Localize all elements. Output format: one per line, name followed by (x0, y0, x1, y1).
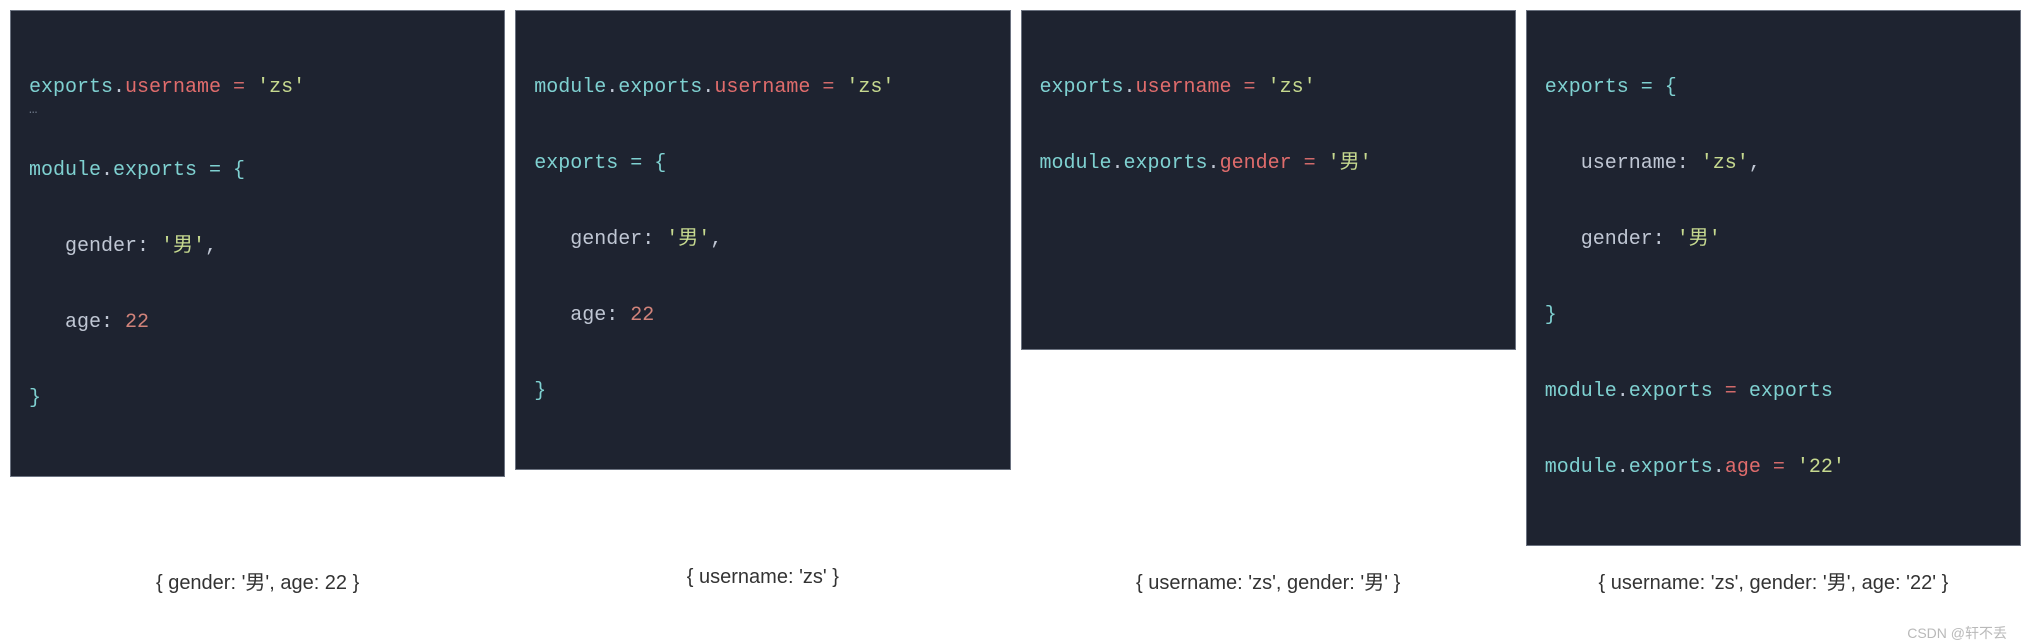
token: gender (534, 228, 642, 251)
token: exports (1040, 76, 1124, 99)
token: . (113, 76, 125, 99)
caption-4: { username: 'zs', gender: '男', age: '22'… (1526, 566, 2021, 595)
token: age (534, 304, 606, 327)
token: 22 (125, 311, 149, 334)
watermark-text: CSDN @轩不丢 (1907, 623, 2007, 643)
token: username (1545, 152, 1677, 175)
figure-container: exports.username = 'zs' … module.exports… (10, 10, 2021, 595)
captions-row: { gender: '男', age: 22 } { username: 'zs… (10, 566, 2021, 595)
token: : (137, 235, 161, 258)
token: gender (1220, 152, 1292, 175)
token: exports (1124, 152, 1208, 175)
token: = (221, 76, 257, 99)
token: . (101, 159, 113, 182)
token: . (1208, 152, 1220, 175)
caption-2: { username: 'zs' } (515, 566, 1010, 595)
token: = (1761, 456, 1797, 479)
token: = (810, 76, 846, 99)
token: '男' (1677, 228, 1721, 251)
token: } (1545, 304, 1557, 327)
code-box-1: exports.username = 'zs' … module.exports… (10, 10, 505, 477)
code-box-2: module.exports.username = 'zs' exports =… (515, 10, 1010, 470)
token: module (29, 159, 101, 182)
code-panel-3: exports.username = 'zs' module.exports.g… (1021, 10, 1516, 546)
token: '男' (666, 228, 710, 251)
token: : (642, 228, 666, 251)
token: 22 (630, 304, 654, 327)
caption-3: { username: 'zs', gender: '男' } (1021, 566, 1516, 595)
token: , (1749, 152, 1761, 175)
token: '男' (1328, 152, 1372, 175)
token: age (1725, 456, 1761, 479)
token: module (1545, 456, 1617, 479)
token: exports (1629, 456, 1713, 479)
code-panel-2: module.exports.username = 'zs' exports =… (515, 10, 1010, 546)
token: username (714, 76, 810, 99)
token: . (1713, 456, 1725, 479)
token: = (1713, 380, 1749, 403)
token: exports (29, 76, 113, 99)
token: gender (1545, 228, 1653, 251)
token: . (606, 76, 618, 99)
token: 'zs' (1701, 152, 1749, 175)
token: exports (618, 76, 702, 99)
token: '男' (161, 235, 205, 258)
token: . (1617, 380, 1629, 403)
token: } (29, 387, 41, 410)
code-panel-1: exports.username = 'zs' … module.exports… (10, 10, 505, 546)
token: exports (113, 159, 197, 182)
token: '22' (1797, 456, 1845, 479)
token: : (101, 311, 125, 334)
token: exports (1629, 380, 1713, 403)
token: . (1112, 152, 1124, 175)
code-panel-4: exports = { username: 'zs', gender: '男' … (1526, 10, 2021, 546)
token: module (534, 76, 606, 99)
token: . (1124, 76, 1136, 99)
token: = { (1629, 76, 1677, 99)
token: = { (197, 159, 245, 182)
token: 'zs' (846, 76, 894, 99)
token: 'zs' (1268, 76, 1316, 99)
token: username (1136, 76, 1232, 99)
token: = { (618, 152, 666, 175)
token: age (29, 311, 101, 334)
token: exports (1749, 380, 1833, 403)
token: . (1617, 456, 1629, 479)
token: gender (29, 235, 137, 258)
token: username (125, 76, 221, 99)
token: = (1292, 152, 1328, 175)
token: , (205, 235, 217, 258)
token: exports (1545, 76, 1629, 99)
token: . (702, 76, 714, 99)
token: : (1653, 228, 1677, 251)
token: } (534, 380, 546, 403)
code-box-4: exports = { username: 'zs', gender: '男' … (1526, 10, 2021, 546)
collapse-ellipsis: … (29, 107, 486, 114)
token: module (1545, 380, 1617, 403)
code-box-3: exports.username = 'zs' module.exports.g… (1021, 10, 1516, 350)
code-panels-row: exports.username = 'zs' … module.exports… (10, 10, 2021, 546)
token: : (1677, 152, 1701, 175)
token: module (1040, 152, 1112, 175)
token: , (710, 228, 722, 251)
token: exports (534, 152, 618, 175)
token: : (606, 304, 630, 327)
token: = (1232, 76, 1268, 99)
caption-1: { gender: '男', age: 22 } (10, 566, 505, 595)
token: 'zs' (257, 76, 305, 99)
